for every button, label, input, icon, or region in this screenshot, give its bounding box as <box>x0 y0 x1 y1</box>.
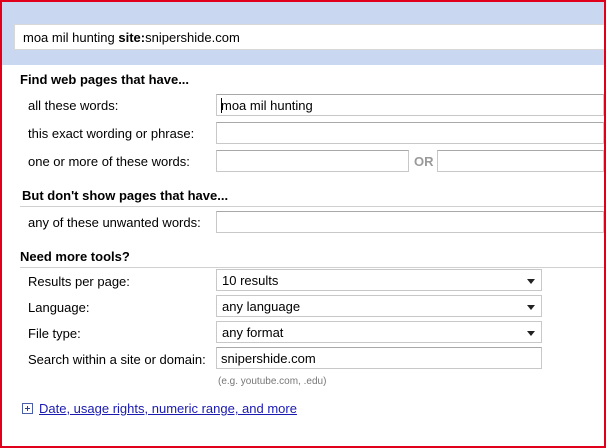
language-value: any language <box>222 299 301 314</box>
search-query-input[interactable]: moa mil hunting site:snipershide.com <box>14 24 604 50</box>
site-domain-label: Search within a site or domain: <box>28 352 206 367</box>
file-type-label: File type: <box>28 326 81 341</box>
section-divider <box>20 206 604 207</box>
all-words-label: all these words: <box>28 98 119 113</box>
advanced-search-form: Find web pages that have... all these wo… <box>2 65 604 446</box>
query-site: snipershide.com <box>145 30 240 45</box>
results-per-page-label: Results per page: <box>28 274 130 289</box>
site-domain-value: snipershide.com <box>221 351 316 366</box>
unwanted-words-input[interactable] <box>216 211 604 233</box>
section-divider <box>20 267 604 268</box>
unwanted-words-label: any of these unwanted words: <box>28 215 201 230</box>
results-per-page-select[interactable]: 10 results <box>216 269 542 291</box>
any-words-label: one or more of these words: <box>28 154 190 169</box>
language-label: Language: <box>28 300 90 315</box>
exclude-section-title: But don't show pages that have... <box>22 188 229 203</box>
results-per-page-value: 10 results <box>222 273 279 288</box>
query-operator: site: <box>118 30 146 45</box>
all-words-value: moa mil hunting <box>221 98 313 113</box>
dropdown-arrow-icon <box>527 279 535 284</box>
file-type-value: any format <box>222 325 284 340</box>
language-select[interactable]: any language <box>216 295 542 317</box>
file-type-select[interactable]: any format <box>216 321 542 343</box>
text-cursor <box>221 98 222 113</box>
exact-phrase-label: this exact wording or phrase: <box>28 126 195 141</box>
or-label: OR <box>414 154 434 169</box>
find-section-title: Find web pages that have... <box>20 72 190 87</box>
exact-phrase-input[interactable] <box>216 122 604 144</box>
tools-section-title: Need more tools? <box>20 249 130 264</box>
site-domain-input[interactable]: snipershide.com <box>216 347 542 369</box>
all-words-input[interactable]: moa mil hunting <box>216 94 604 116</box>
dropdown-arrow-icon <box>527 331 535 336</box>
query-bar-area: moa mil hunting site:snipershide.com <box>2 2 604 65</box>
window-frame: moa mil hunting site:snipershide.com Fin… <box>0 0 606 448</box>
dropdown-arrow-icon <box>527 305 535 310</box>
query-terms: moa mil hunting <box>23 30 119 45</box>
any-words-input-2[interactable] <box>437 150 604 172</box>
site-domain-hint: (e.g. youtube.com, .edu) <box>218 376 327 387</box>
plus-box-icon[interactable] <box>22 403 33 414</box>
more-options-link[interactable]: Date, usage rights, numeric range, and m… <box>39 401 297 416</box>
any-words-input-1[interactable] <box>216 150 409 172</box>
